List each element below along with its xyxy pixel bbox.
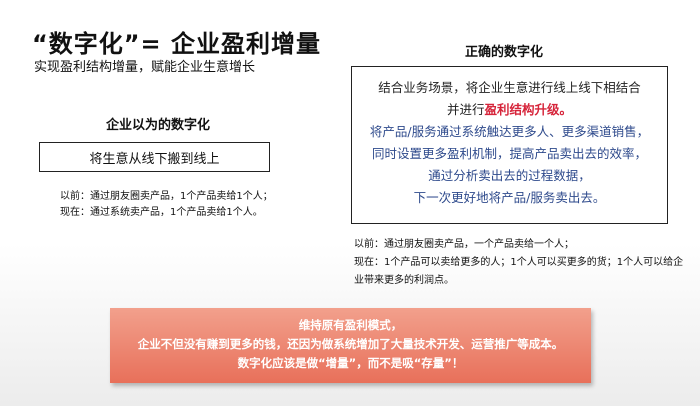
banner-line-1: 维持原有盈利模式， [298,318,403,332]
right-notes: 以前：通过朋友圈卖产品，一个产品卖给一个人； 现在：1个产品可以卖给更多的人；1… [354,236,684,290]
right-box-blue-line-1: 将产品/服务通过系统触达更多人、更多渠道销售， [369,124,650,139]
page-subtitle: 实现盈利结构增量，赋能企业生意增长 [34,60,256,75]
left-note-before: 以前：通过朋友圈卖产品，1个产品卖给1个人； [60,191,273,202]
right-section-heading: 正确的数字化 [465,45,544,60]
right-note-now: 现在：1个产品可以卖给更多的人；1个人可以买更多的货；1个人可以给企业带来更多的… [354,257,684,286]
right-note-before: 以前：通过朋友圈卖产品，一个产品卖给一个人； [354,239,574,250]
left-notes: 以前：通过朋友圈卖产品，1个产品卖给1个人； 现在：通过系统卖产品，1个产品卖给… [60,189,273,221]
left-definition-text: 将生意从线下搬到线上 [89,151,220,167]
left-section-heading: 企业以为的数字化 [106,118,211,133]
right-box-highlight: 盈利结构升级。 [484,102,573,117]
right-box-line-2-prefix: 并进行 [446,102,485,117]
right-definition-box: 结合业务场景，将企业生意进行线上线下相结合 并进行盈利结构升级。 将产品/服务通… [351,66,668,224]
right-box-blue-line-3: 通过分析卖出去的过程数据， [428,168,591,183]
left-definition-box: 将生意从线下搬到线上 [39,142,270,172]
right-box-line-2: 并进行盈利结构升级。 [352,99,667,121]
banner-line-3: 数字化应该是做“增量”，而不是吸“存量”！ [237,356,464,370]
right-box-blue-line-2: 同时设置更多盈利机制，提高产品卖出去的效率， [371,146,647,161]
conclusion-banner: 维持原有盈利模式， 企业不但没有赚到更多的钱，还因为做系统增加了大量技术开发、运… [110,308,591,383]
page-title: “数字化”= 企业盈利增量 [32,30,322,58]
left-note-now: 现在：通过系统卖产品，1个产品卖给1个人。 [60,207,263,218]
right-box-blue-line-4: 下一次更好地将产品/服务卖出去。 [413,190,606,205]
right-box-line-1: 结合业务场景，将企业生意进行线上线下相结合 [378,80,641,95]
banner-line-2: 企业不但没有赚到更多的钱，还因为做系统增加了大量技术开发、运营推广等成本。 [137,337,564,351]
